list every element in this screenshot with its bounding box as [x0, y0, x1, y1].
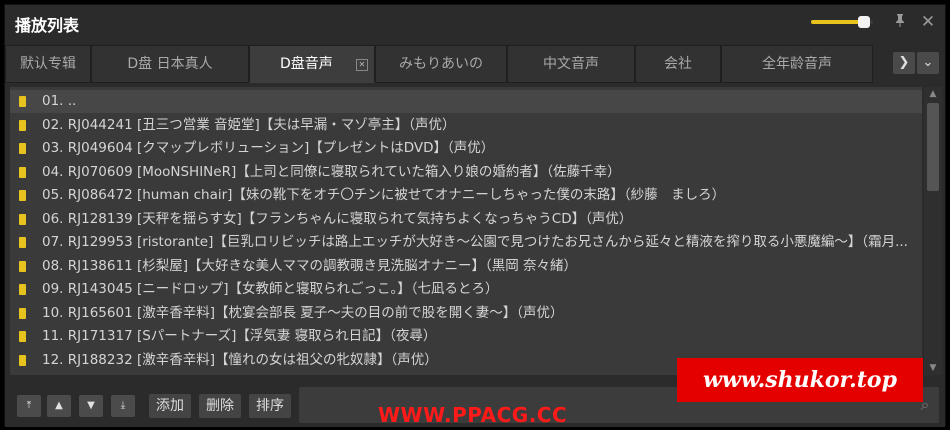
- list-item[interactable]: 06. RJ128139 [天秤を揺らす女]【フランちゃんに寝取られて気持ちよく…: [10, 208, 922, 231]
- list-item[interactable]: 02. RJ044241 [丑三つ営業 音姫堂]【夫は早漏・マゾ亭主】（声优）: [10, 114, 922, 137]
- tab-company[interactable]: 会社: [635, 45, 721, 83]
- volume-fill: [811, 20, 864, 24]
- list-item[interactable]: 07. RJ129953 [ristorante]【巨乳ロリビッチは路上エッチが…: [10, 231, 922, 254]
- chevron-down-icon[interactable]: ⌄: [917, 52, 939, 74]
- title-bar[interactable]: 播放列表 ✕: [5, 5, 945, 41]
- list-item[interactable]: 11. RJ171317 [Sパートナーズ]【浮気妻 寝取られ日記】（夜尋）: [10, 325, 922, 348]
- file-icon: [19, 284, 26, 295]
- volume-slider[interactable]: [811, 16, 873, 28]
- watermark-shukor: www.shukor.top: [677, 358, 923, 402]
- move-up-icon[interactable]: ▲: [47, 395, 71, 417]
- file-icon: [19, 308, 26, 319]
- close-icon[interactable]: ✕: [919, 13, 937, 31]
- tab-chinese-voice[interactable]: 中文音声: [507, 45, 635, 83]
- chevron-right-icon[interactable]: ❯: [893, 52, 915, 74]
- tab-all-ages-voice[interactable]: 全年龄音声: [721, 45, 873, 83]
- delete-button[interactable]: 删除: [199, 394, 241, 418]
- file-icon: [19, 355, 26, 366]
- file-icon: [19, 190, 26, 201]
- scroll-up-icon[interactable]: ▲: [924, 87, 942, 101]
- window-title: 播放列表: [15, 16, 80, 35]
- list-item[interactable]: 09. RJ143045 [ニードロップ]【女教師と寝取られごっこ。】（七凪ると…: [10, 278, 922, 301]
- playlist-list[interactable]: 01. .. 02. RJ044241 [丑三つ営業 音姫堂]【夫は早漏・マゾ亭…: [10, 87, 922, 375]
- file-icon: [19, 261, 26, 272]
- tab-mimori-aino[interactable]: みもりあいの: [375, 45, 507, 83]
- file-icon: [19, 167, 26, 178]
- album-tabbar: 默认专辑 D盘 日本真人 D盘音声 ✕ みもりあいの 中文音声 会社 全年龄音声…: [5, 45, 945, 83]
- tab-label: D盘音声: [280, 56, 333, 72]
- sort-button[interactable]: 排序: [249, 394, 291, 418]
- watermark-ppacg: WWW.PPACG.CC: [378, 403, 568, 427]
- file-icon: [19, 120, 26, 131]
- scroll-down-icon[interactable]: ▼: [924, 361, 942, 375]
- scroll-thumb[interactable]: [927, 103, 939, 191]
- list-item[interactable]: 08. RJ138611 [杉梨屋]【大好きな美人ママの調教覗き見洗脳オナニー】…: [10, 255, 922, 278]
- file-icon: [19, 237, 26, 248]
- list-item[interactable]: 03. RJ049604 [クマップレボリューション]【プレゼントはDVD】（声…: [10, 137, 922, 160]
- list-item[interactable]: 04. RJ070609 [MooNSHINeR]【上司と同僚に寝取られていた箱…: [10, 161, 922, 184]
- list-item[interactable]: 10. RJ165601 [激辛香辛料]【枕宴会部長 夏子～夫の目の前で股を開く…: [10, 302, 922, 325]
- tab-close-icon[interactable]: ✕: [356, 59, 368, 71]
- file-icon: [19, 96, 26, 107]
- tab-default-album[interactable]: 默认专辑: [5, 45, 91, 83]
- move-down-icon[interactable]: ▼: [79, 395, 103, 417]
- file-icon: [19, 143, 26, 154]
- move-top-icon[interactable]: ⤒: [17, 395, 41, 417]
- move-bottom-icon[interactable]: ⤓: [111, 395, 135, 417]
- file-icon: [19, 214, 26, 225]
- list-item[interactable]: 05. RJ086472 [human chair]【妹の靴下をオチ〇チンに被せ…: [10, 184, 922, 207]
- tab-d-drive-jp[interactable]: D盘 日本真人: [91, 45, 249, 83]
- vertical-scrollbar[interactable]: ▲ ▼: [924, 87, 942, 375]
- list-item[interactable]: 01. ..: [10, 90, 922, 113]
- file-icon: [19, 331, 26, 342]
- volume-knob[interactable]: [858, 16, 870, 28]
- pin-icon[interactable]: [891, 13, 909, 31]
- tab-d-drive-voice[interactable]: D盘音声 ✕: [249, 45, 375, 83]
- add-button[interactable]: 添加: [149, 394, 191, 418]
